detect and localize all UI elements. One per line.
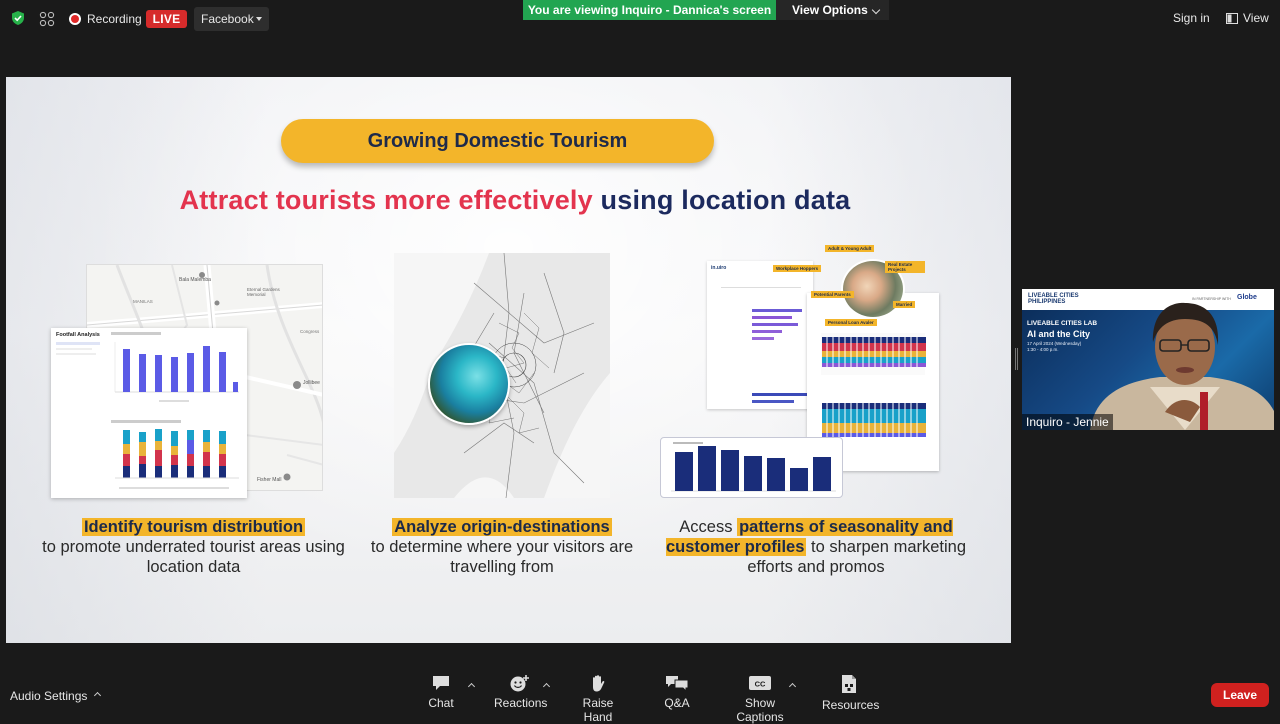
viewing-screen-banner: You are viewing Inquiro - Dannica's scre…: [523, 0, 776, 20]
report-tag: Personal Loan Avaler: [825, 319, 877, 326]
participant-name-label: Inquiro - Jennie: [1022, 414, 1113, 430]
recording-label: Recording: [87, 12, 142, 26]
caption-text: to promote underrated tourist areas usin…: [42, 538, 345, 576]
raise-hand-button[interactable]: Raise Hand: [569, 674, 627, 724]
caption-highlight: Analyze origin-destinations: [392, 518, 612, 536]
slide-headline: Attract tourists more effectively using …: [6, 185, 1011, 216]
resources-label: Resources: [822, 698, 880, 712]
svg-text:CC: CC: [755, 680, 766, 689]
caption-origin-destinations: Analyze origin-destinations to determine…: [356, 517, 648, 577]
map-label: MANILAS: [133, 299, 153, 304]
report-tag: Adult & Young Adult: [825, 245, 875, 252]
raise-hand-icon: [593, 675, 605, 692]
qa-label: Q&A: [664, 696, 690, 710]
org-logo: LIVEABLE CITIES PHILIPPINES: [1028, 293, 1079, 305]
report-tag: Real Estate Projects: [885, 261, 925, 273]
sign-in-button[interactable]: Sign in: [1173, 11, 1210, 25]
participant-video-tile[interactable]: LIVEABLE CITIES PHILIPPINES IN PARTNERSH…: [1022, 289, 1274, 430]
live-badge[interactable]: LIVE: [146, 10, 187, 28]
caption-tourism-distribution: Identify tourism distribution to promote…: [26, 517, 361, 577]
chat-icon: [433, 676, 449, 690]
report-tag: Workplace Hoppers: [773, 265, 822, 272]
chat-button[interactable]: Chat: [425, 674, 457, 710]
footfall-analysis-panel: Footfall Analysis: [51, 328, 247, 498]
map-label: Bala Malemba: [179, 277, 211, 283]
map-label: Jollibee: [303, 380, 320, 386]
leave-button[interactable]: Leave: [1211, 683, 1269, 707]
mini-bar-chart: [660, 437, 843, 498]
caption-seasonality: Access patterns of seasonality and custo…: [661, 517, 971, 577]
show-captions-button[interactable]: CC Show Captions: [720, 674, 800, 724]
recording-indicator[interactable]: Recording: [69, 10, 142, 28]
caption-text-pre: Access: [679, 518, 733, 536]
origin-destination-map: [394, 253, 610, 498]
view-label: View: [1243, 11, 1269, 25]
chat-label: Chat: [428, 696, 454, 710]
grid-icon[interactable]: [39, 11, 55, 27]
resources-button[interactable]: Resources: [822, 674, 880, 712]
view-options-button[interactable]: View Options: [776, 0, 889, 20]
meeting-top-bar: Recording LIVE Facebook You are viewing …: [0, 0, 1280, 38]
chat-caret[interactable]: [467, 682, 476, 691]
shared-screen-slide: Growing Domestic Tourism Attract tourist…: [6, 77, 1011, 643]
headline-red-part: Attract tourists more effectively: [179, 185, 593, 215]
record-icon: [69, 13, 81, 25]
report-tag: Potential Parents: [811, 291, 854, 298]
panel-resize-handle[interactable]: [1015, 348, 1018, 370]
caption-text: to determine where your visitors are tra…: [370, 538, 634, 576]
footfall-charts: [111, 332, 239, 489]
headline-navy-part: using location data: [600, 185, 851, 215]
slide-pill-title: Growing Domestic Tourism: [281, 119, 714, 163]
captions-icon: CC: [749, 676, 771, 690]
footfall-panel-title: Footfall Analysis: [56, 332, 100, 338]
map-label: Eternal Gardens Memorial: [247, 287, 280, 297]
audio-settings-button[interactable]: Audio Settings: [10, 689, 87, 703]
report-tag: Married: [893, 301, 916, 308]
stream-target-dropdown[interactable]: Facebook: [194, 7, 269, 31]
participant-video: [1090, 302, 1274, 430]
qa-icon: [666, 676, 689, 692]
reactions-label: Reactions: [494, 696, 548, 710]
resources-icon: [842, 675, 856, 693]
map-label: Fisher Mall: [257, 477, 282, 483]
reactions-icon: [510, 675, 529, 692]
view-icon: [1226, 12, 1238, 24]
reactions-button[interactable]: Reactions: [494, 674, 548, 710]
map-label: Congress: [300, 329, 320, 334]
shield-icon[interactable]: [10, 10, 26, 26]
event-series: LIVEABLE CITIES LAB: [1027, 320, 1098, 327]
event-title: AI and the City: [1027, 329, 1091, 339]
view-button[interactable]: View: [1226, 11, 1269, 25]
caption-highlight: Identify tourism distribution: [81, 518, 306, 536]
qa-button[interactable]: Q&A: [660, 674, 694, 710]
event-time: 1:30 - 4:00 p.m.: [1027, 347, 1059, 352]
island-photo: [428, 343, 510, 425]
